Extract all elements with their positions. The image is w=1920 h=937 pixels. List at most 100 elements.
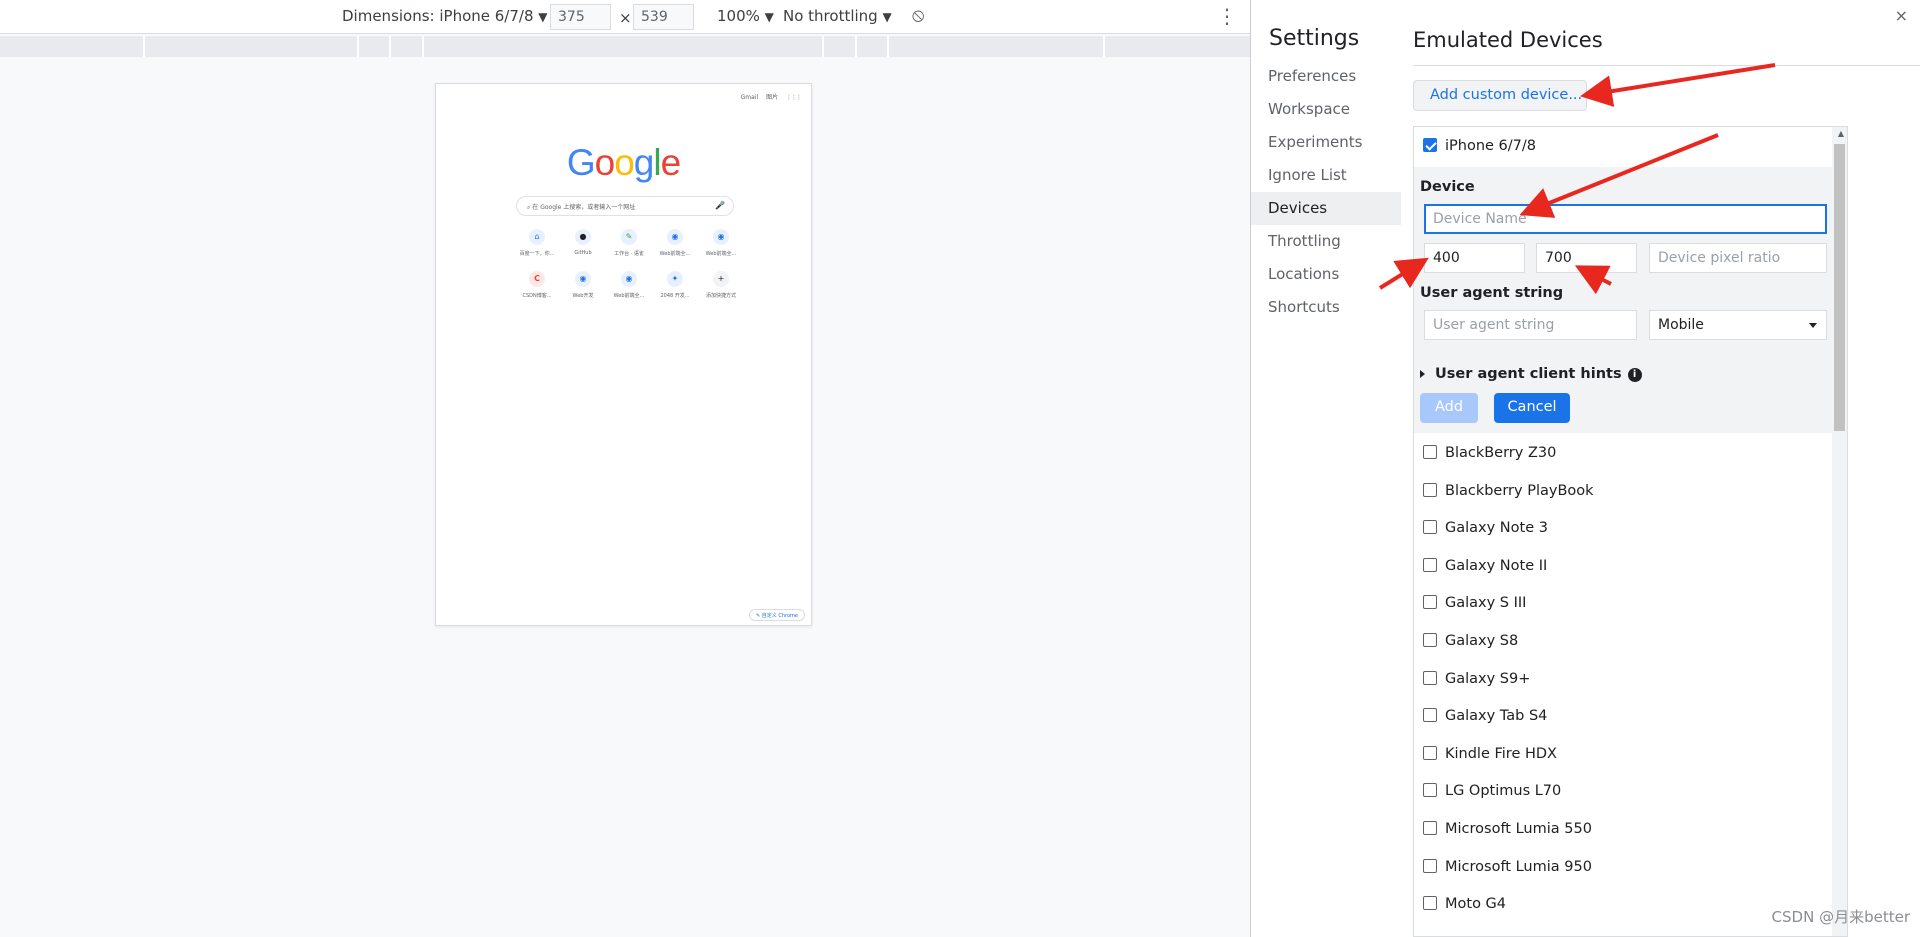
shortcuts-row: C CSDN博客... ◉ Web开发 ◉ Web前端全... ✦ 2048 开发...… xyxy=(518,271,740,299)
device-row[interactable]: Microsoft Lumia 550 xyxy=(1423,821,1592,837)
nav-item-throttling[interactable]: Throttling xyxy=(1251,225,1401,258)
customize-chrome-button[interactable]: ✎ 自定义 Chrome xyxy=(749,609,805,621)
scrollbar[interactable]: ▲ xyxy=(1832,127,1847,936)
device-row[interactable]: LG Optimus L70 xyxy=(1423,783,1561,799)
gmail-link[interactable]: Gmail xyxy=(741,94,759,101)
ruler-segment[interactable] xyxy=(1103,36,1105,57)
shortcut-tile[interactable]: ● GitHub xyxy=(564,229,602,257)
user-agent-type-select[interactable]: Mobile xyxy=(1649,310,1827,340)
device-heading: Device xyxy=(1420,179,1475,195)
images-link[interactable]: 图片 xyxy=(766,94,778,101)
ruler-segment[interactable] xyxy=(422,36,424,57)
checkbox[interactable] xyxy=(1423,445,1437,459)
checkbox[interactable] xyxy=(1423,745,1437,760)
checkbox[interactable] xyxy=(1423,557,1437,572)
shortcut-tile[interactable]: ◉ Web前端全... xyxy=(702,229,740,257)
device-row[interactable]: Galaxy S III xyxy=(1423,595,1526,611)
device-label: Microsoft Lumia 550 xyxy=(1445,821,1592,837)
device-row[interactable]: BlackBerry Z30 xyxy=(1423,445,1556,461)
dimensions-label: Dimensions: iPhone 6/7/8 xyxy=(342,7,534,25)
shortcut-tile[interactable]: ◉ Web前端全... xyxy=(610,271,648,299)
shortcut-tile[interactable]: + 添加快捷方式 xyxy=(702,271,740,299)
rotate-icon[interactable]: ⦸ xyxy=(912,4,924,26)
device-row[interactable]: Galaxy Note 3 xyxy=(1423,520,1548,536)
shortcut-tile[interactable]: ◉ Web开发 xyxy=(564,271,602,299)
nav-item-devices[interactable]: Devices xyxy=(1251,192,1401,225)
throttling-label: No throttling xyxy=(783,7,878,25)
device-row[interactable]: Kindle Fire HDX xyxy=(1423,745,1557,762)
shortcut-tile[interactable]: ⌂ 百度一下，你... xyxy=(518,229,556,257)
scrollbar-thumb[interactable] xyxy=(1834,144,1845,431)
zoom-label: 100% xyxy=(717,7,760,25)
nav-item-preferences[interactable]: Preferences xyxy=(1251,60,1401,93)
device-label: Moto G4 xyxy=(1445,896,1507,913)
nav-item-shortcuts[interactable]: Shortcuts xyxy=(1251,291,1401,324)
more-options-icon[interactable]: ⋮ xyxy=(1217,4,1237,28)
checkbox[interactable] xyxy=(1423,896,1437,911)
close-icon[interactable]: × xyxy=(1895,6,1908,25)
device-row[interactable]: Galaxy S9+ xyxy=(1423,670,1530,687)
device-row[interactable]: Moto G4 xyxy=(1423,896,1506,912)
user-agent-heading: User agent string xyxy=(1420,285,1564,301)
device-label: BlackBerry Z30 xyxy=(1445,445,1557,461)
add-custom-device-button[interactable]: Add custom device... xyxy=(1413,80,1587,111)
device-row[interactable]: Galaxy Tab S4 xyxy=(1423,708,1547,724)
scroll-up-icon[interactable]: ▲ xyxy=(1838,129,1844,138)
client-hints-label: User agent client hints xyxy=(1435,366,1622,382)
info-icon[interactable]: i xyxy=(1627,368,1642,382)
checkbox[interactable] xyxy=(1423,595,1437,610)
google-search-box[interactable]: ⌕ 在 Google 上搜索，或者输入一个网址 🎤 xyxy=(516,196,734,216)
nav-item-ignore-list[interactable]: Ignore List xyxy=(1251,159,1401,192)
ruler-segment[interactable] xyxy=(855,36,857,57)
checkbox[interactable] xyxy=(1423,821,1437,835)
checkbox[interactable] xyxy=(1423,670,1437,685)
client-hints-toggle[interactable]: User agent client hints i xyxy=(1420,366,1642,382)
watermark: CSDN @月来better xyxy=(1771,908,1910,926)
apps-icon[interactable]: ⋮⋮⋮ xyxy=(786,94,802,101)
cancel-button[interactable]: Cancel xyxy=(1494,393,1570,423)
shortcut-tile[interactable]: ✎ 工作台 · 语雀 xyxy=(610,229,648,257)
dropdown-arrow-icon: ▼ xyxy=(882,10,892,24)
ruler-segment[interactable] xyxy=(389,36,391,57)
ruler-segment[interactable] xyxy=(357,36,359,57)
device-name-input[interactable]: Device Name xyxy=(1424,204,1827,234)
device-label: iPhone 6/7/8 xyxy=(1445,138,1537,154)
user-agent-input[interactable]: User agent string xyxy=(1424,310,1637,340)
width-input[interactable]: 375 xyxy=(550,4,611,30)
checkbox[interactable] xyxy=(1423,520,1437,535)
checkbox[interactable] xyxy=(1423,858,1437,873)
checkbox[interactable] xyxy=(1423,633,1437,647)
ruler-segment[interactable] xyxy=(822,36,824,57)
mic-icon[interactable]: 🎤 xyxy=(715,201,725,210)
height-field[interactable]: 700 xyxy=(1536,243,1637,273)
checkbox[interactable] xyxy=(1423,783,1437,798)
shortcut-tile[interactable]: ✦ 2048 开发... xyxy=(656,271,694,299)
ruler-segment[interactable] xyxy=(143,36,145,57)
shortcut-label: 添加快捷方式 xyxy=(705,293,736,299)
nav-item-experiments[interactable]: Experiments xyxy=(1251,126,1401,159)
dimensions-dropdown[interactable]: Dimensions: iPhone 6/7/8 ▼ xyxy=(342,7,548,25)
zoom-dropdown[interactable]: 100% ▼ xyxy=(717,7,774,25)
height-input[interactable]: 539 xyxy=(633,4,694,30)
device-pixel-ratio-input[interactable]: Device pixel ratio xyxy=(1649,243,1827,273)
add-button[interactable]: Add xyxy=(1420,393,1478,423)
checkbox[interactable] xyxy=(1423,482,1437,497)
shortcut-tile[interactable]: C CSDN博客... xyxy=(518,271,556,299)
device-row[interactable]: Galaxy Note II xyxy=(1423,557,1547,574)
shortcut-icon: ⌂ xyxy=(529,229,545,245)
device-label: Galaxy Note 3 xyxy=(1445,520,1548,537)
device-viewport[interactable]: Gmail 图片 ⋮⋮⋮ Google ⌕ 在 Google 上搜索，或者输入一… xyxy=(435,83,812,626)
device-row[interactable]: Microsoft Lumia 950 xyxy=(1423,858,1592,875)
ruler-segment[interactable] xyxy=(887,36,889,57)
nav-item-workspace[interactable]: Workspace xyxy=(1251,93,1401,126)
shortcut-tile[interactable]: ◉ Web前端全... xyxy=(656,229,694,257)
device-list[interactable]: iPhone 6/7/8 Device Device Name 400 700 … xyxy=(1413,126,1848,937)
nav-item-locations[interactable]: Locations xyxy=(1251,258,1401,291)
device-row[interactable]: iPhone 6/7/8 xyxy=(1423,138,1536,154)
throttling-dropdown[interactable]: No throttling ▼ xyxy=(783,7,892,25)
checkbox-checked[interactable] xyxy=(1423,138,1437,152)
width-field[interactable]: 400 xyxy=(1424,243,1525,273)
device-row[interactable]: Galaxy S8 xyxy=(1423,633,1518,649)
checkbox[interactable] xyxy=(1423,708,1437,723)
device-row[interactable]: Blackberry PlayBook xyxy=(1423,482,1594,499)
